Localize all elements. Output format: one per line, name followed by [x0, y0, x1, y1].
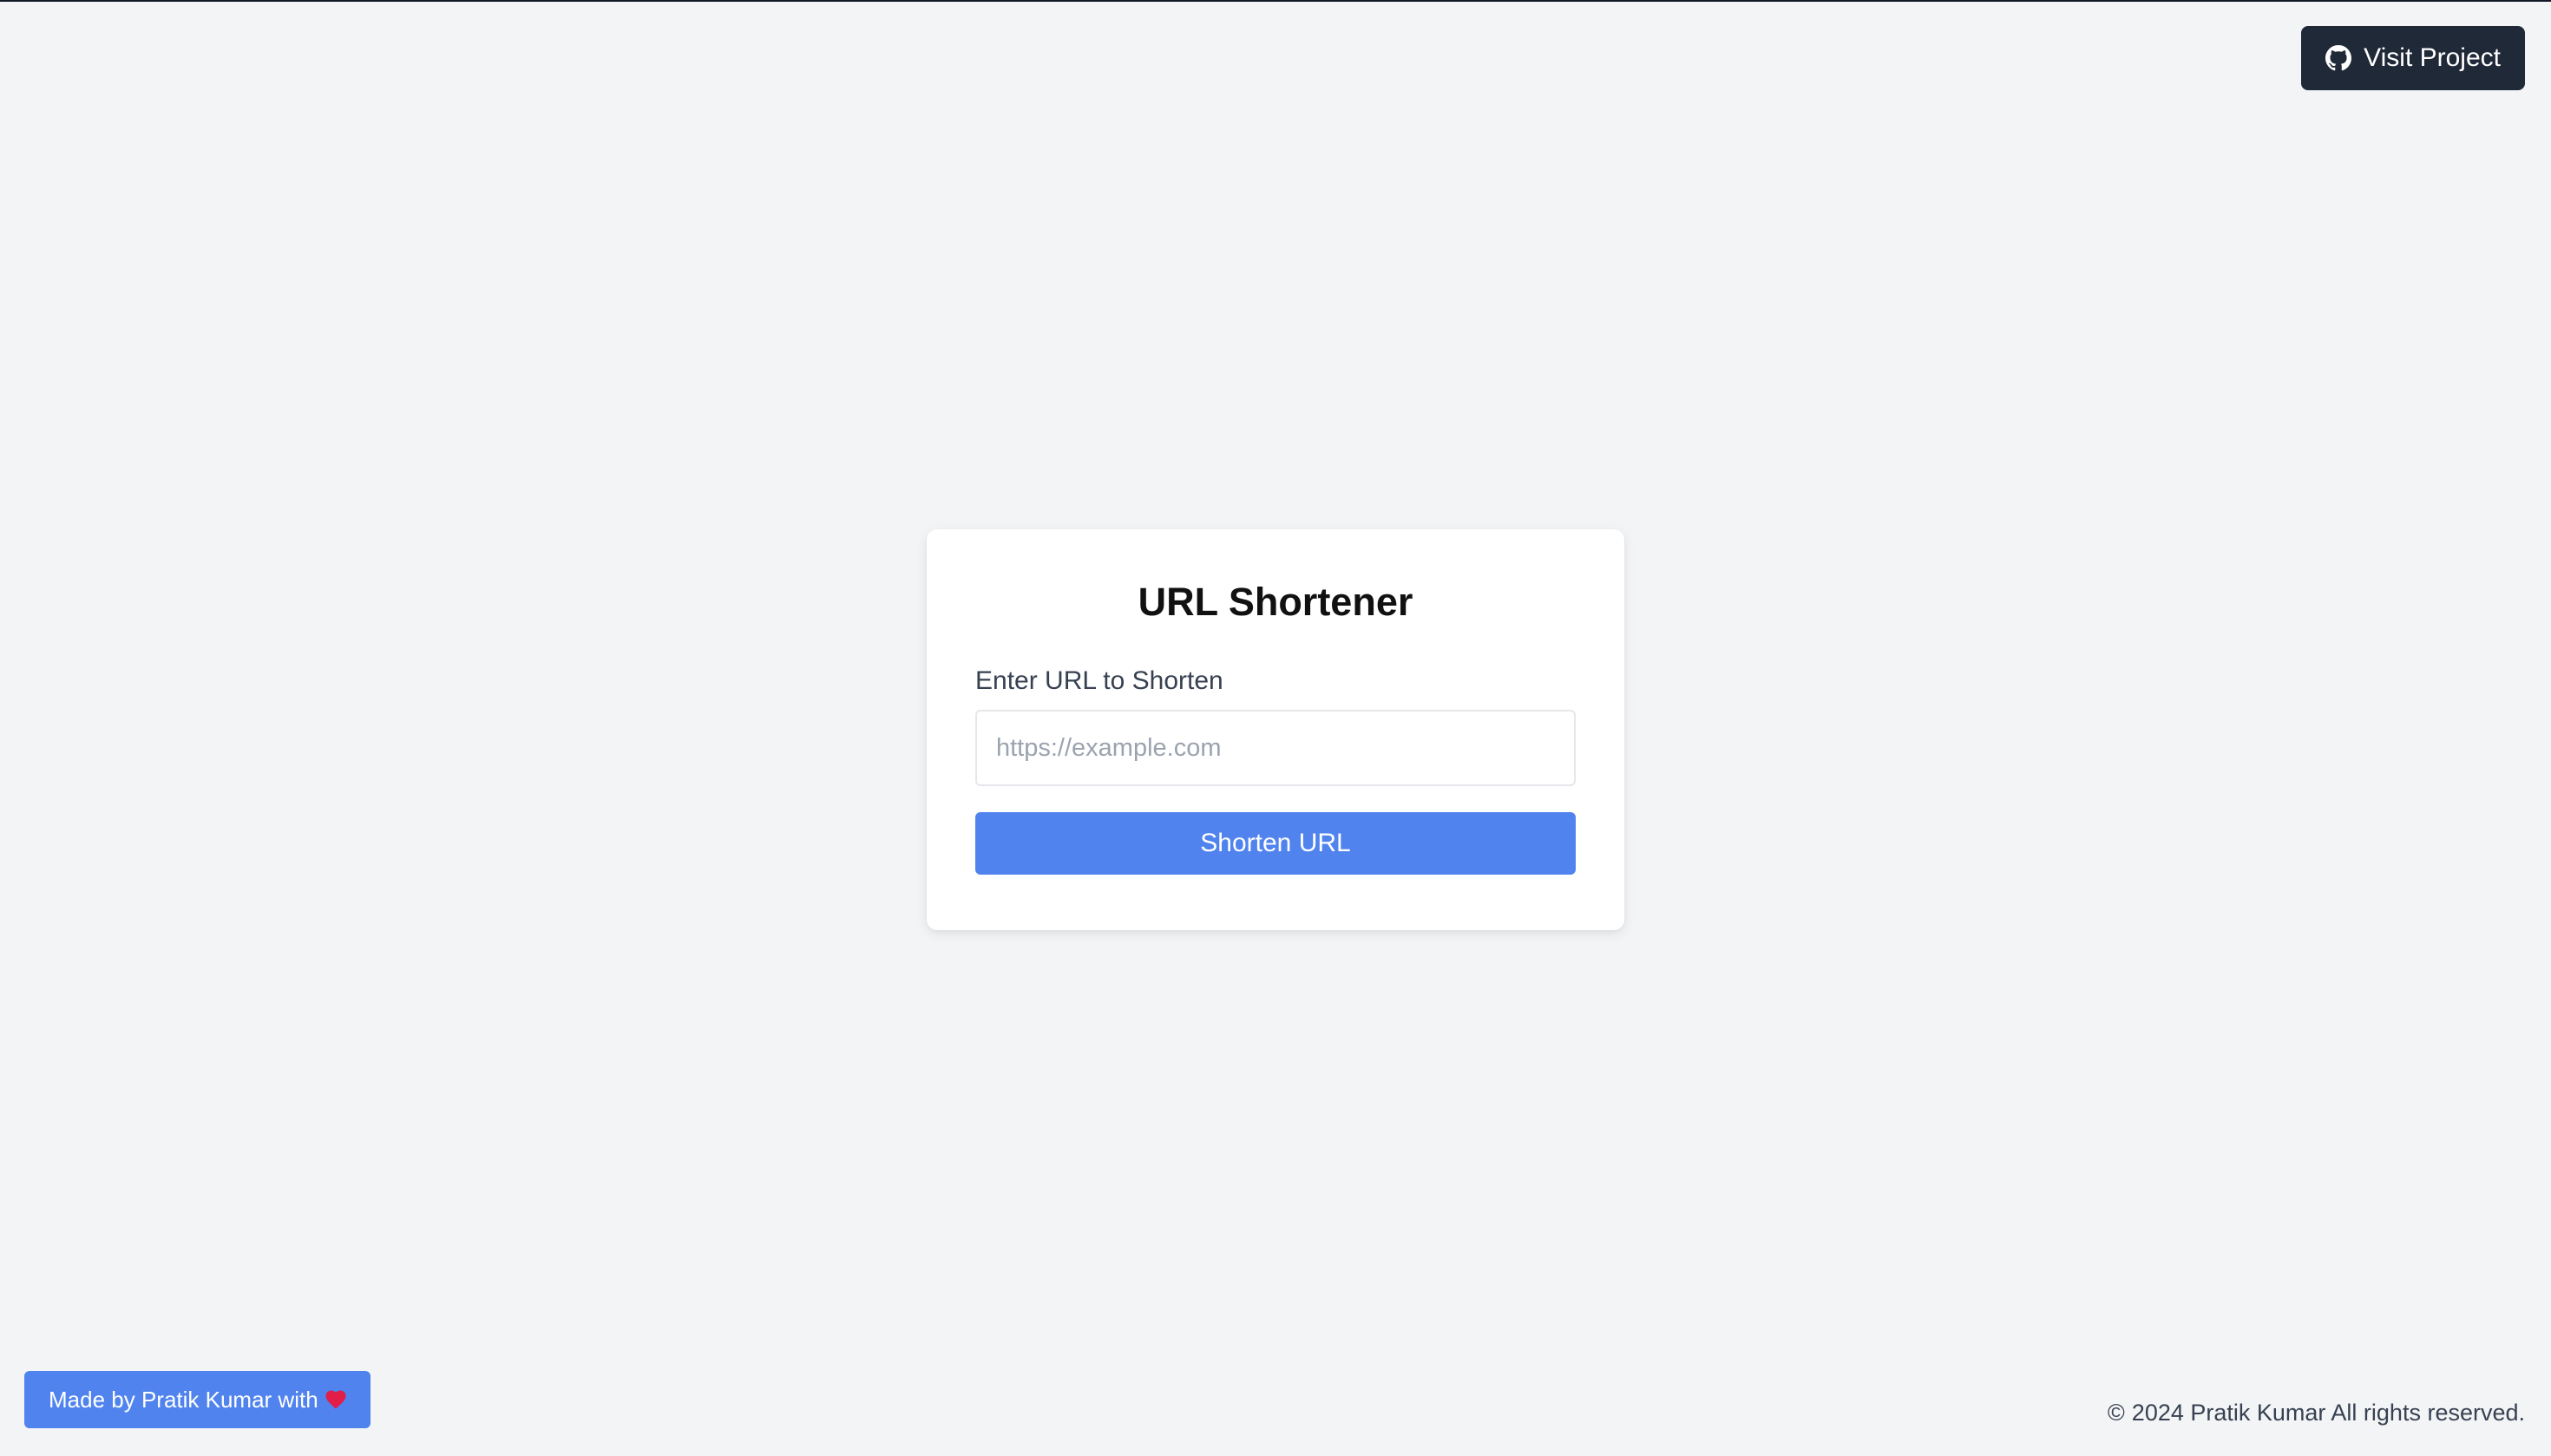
copyright-text: 2024 Pratik Kumar All rights reserved.: [2131, 1400, 2525, 1426]
copyright-symbol: ©: [2107, 1400, 2125, 1426]
url-input-label: Enter URL to Shorten: [975, 666, 1223, 695]
made-by-label: Made by Pratik Kumar with: [49, 1386, 318, 1413]
shorten-url-button[interactable]: Shorten URL: [975, 812, 1576, 875]
visit-project-button[interactable]: Visit Project: [2301, 26, 2525, 90]
copyright-notice: © 2024 Pratik Kumar All rights reserved.: [2108, 1400, 2525, 1426]
url-input[interactable]: [975, 710, 1576, 786]
visit-project-label: Visit Project: [2364, 43, 2501, 72]
made-by-badge[interactable]: Made by Pratik Kumar with: [24, 1371, 371, 1428]
heart-icon: [325, 1390, 346, 1409]
url-shortener-card: URL Shortener Enter URL to Shorten Short…: [927, 529, 1624, 930]
page-title: URL Shortener: [1138, 580, 1413, 624]
github-icon: [2325, 45, 2352, 71]
